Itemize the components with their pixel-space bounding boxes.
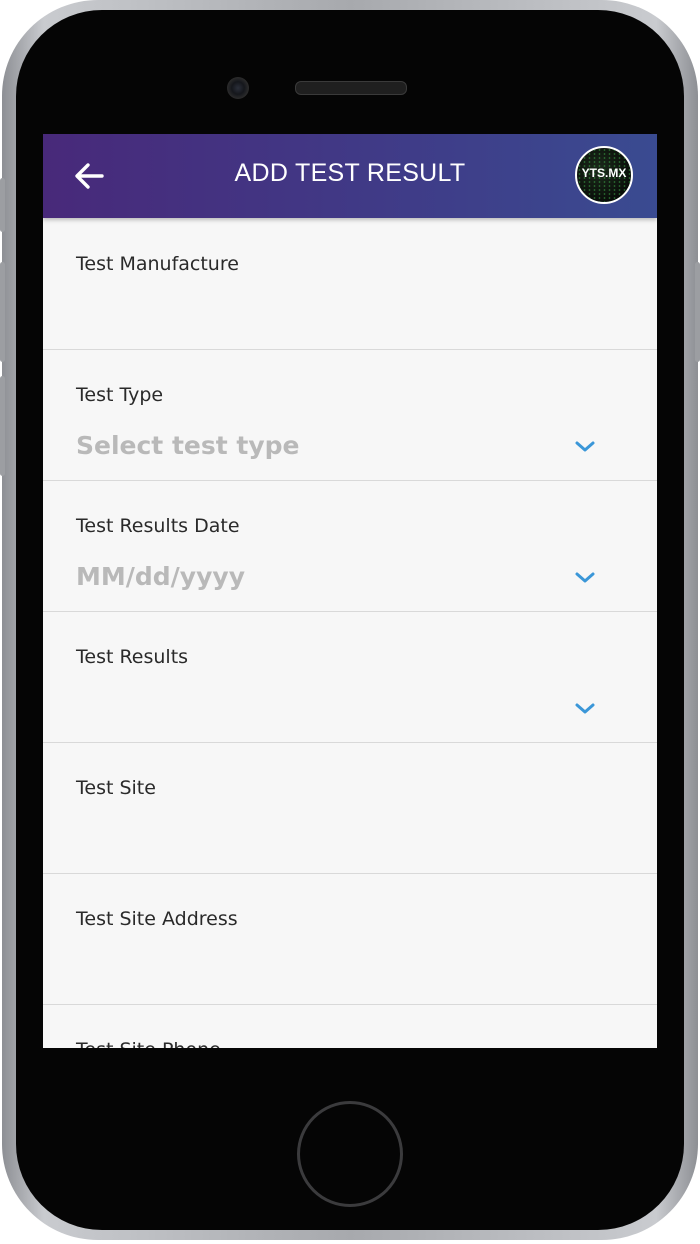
field-test-site-phone[interactable]: Test Site Phone	[43, 1004, 657, 1048]
home-button[interactable]	[297, 1101, 403, 1207]
app-screen: ADD TEST RESULT YTS.MX Test Manufacture …	[43, 134, 657, 1048]
page-title: ADD TEST RESULT	[234, 159, 466, 187]
field-test-type[interactable]: Test Type Select test type	[43, 349, 657, 481]
field-placeholder: MM/dd/yyyy	[76, 562, 245, 591]
field-label: Test Site Phone	[76, 1039, 221, 1048]
front-camera	[227, 77, 249, 99]
field-test-manufacture[interactable]: Test Manufacture	[43, 218, 657, 350]
arrow-left-icon	[75, 163, 104, 189]
field-label: Test Results	[76, 646, 189, 668]
volume-up-button	[0, 262, 5, 362]
field-label: Test Site Address	[76, 908, 238, 930]
volume-down-button	[0, 376, 5, 476]
field-test-site-address[interactable]: Test Site Address	[43, 873, 657, 1005]
field-label: Test Site	[76, 777, 156, 799]
field-label: Test Manufacture	[76, 253, 239, 275]
power-button	[695, 262, 700, 362]
chevron-down-icon[interactable]	[573, 569, 597, 585]
back-button[interactable]	[71, 158, 107, 194]
field-test-results-date[interactable]: Test Results Date MM/dd/yyyy	[43, 480, 657, 612]
avatar-text: YTS.MX	[581, 166, 627, 180]
chevron-down-icon[interactable]	[573, 438, 597, 454]
earpiece-speaker	[295, 81, 407, 95]
field-label: Test Results Date	[76, 515, 240, 537]
silent-switch	[0, 178, 5, 232]
field-test-site[interactable]: Test Site	[43, 742, 657, 874]
field-label: Test Type	[76, 384, 164, 406]
avatar[interactable]: YTS.MX	[575, 146, 633, 204]
field-placeholder: Select test type	[76, 431, 300, 460]
chevron-down-icon[interactable]	[573, 700, 597, 716]
field-test-results[interactable]: Test Results	[43, 611, 657, 743]
app-header: ADD TEST RESULT YTS.MX	[43, 134, 657, 218]
